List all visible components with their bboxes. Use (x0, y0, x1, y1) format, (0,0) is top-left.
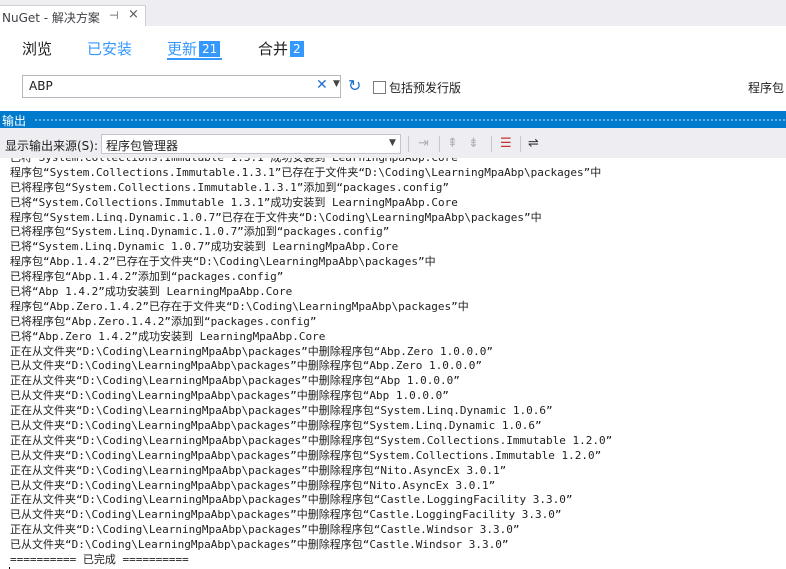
toolbar-separator (520, 136, 521, 152)
output-line: 程序包“Abp.1.4.2”已存在于文件夹“D:\Coding\Learning… (10, 255, 436, 269)
active-tab-underline (167, 58, 222, 60)
tab-installed-label: 已安装 (87, 40, 133, 58)
output-line: 已从文件夹“D:\Coding\LearningMpaAbp\packages”… (10, 448, 602, 462)
tab-updates-label: 更新 (167, 40, 198, 58)
tab-consolidate-label: 合并 (258, 40, 289, 58)
output-line: 已将“System.Collections.Immutable 1.3.1”成功… (10, 195, 458, 209)
output-line: 已将“Abp.Zero 1.4.2”成功安装到 LearningMpaAbp.C… (10, 329, 326, 343)
toolbar-separator (408, 136, 409, 152)
tab-updates[interactable]: 更新 21 (167, 38, 221, 59)
document-tab-nuget[interactable]: NuGet - 解决方案 ⊣ × (0, 5, 146, 26)
output-source-select[interactable]: 程序包管理器 ▼ (101, 134, 401, 154)
output-line: 正在从文件夹“D:\Coding\LearningMpaAbp\packages… (10, 344, 493, 358)
output-line: 已将程序包“Abp.1.4.2”添加到“packages.config” (10, 270, 284, 284)
output-title: 输出 (2, 114, 27, 128)
output-line: 程序包“Abp.Zero.1.4.2”已存在于文件夹“D:\Coding\Lea… (10, 299, 469, 313)
search-input-value: ABP (29, 79, 53, 93)
package-source-label: 程序包 (748, 81, 785, 95)
show-output-source-label: 显示输出来源(S): (5, 139, 99, 153)
clear-all-icon[interactable]: ☰ (500, 136, 512, 151)
refresh-icon[interactable]: ↻ (348, 76, 361, 95)
output-line: 已从文件夹“D:\Coding\LearningMpaAbp\packages”… (10, 419, 542, 433)
go-to-location-icon[interactable]: ⇥ (418, 136, 429, 151)
output-line: 程序包“System.Collections.Immutable.1.3.1”已… (10, 165, 602, 179)
toolbar-separator (439, 136, 440, 152)
output-line: 已将程序包“System.Collections.Immutable.1.3.1… (10, 180, 449, 194)
output-source-value: 程序包管理器 (106, 139, 179, 153)
document-tab-bar: NuGet - 解决方案 ⊣ × (0, 0, 786, 26)
close-icon[interactable]: × (128, 7, 139, 22)
consolidate-count-badge: 2 (290, 41, 304, 57)
tab-consolidate[interactable]: 合并 2 (258, 38, 304, 59)
prerelease-label: 包括预发行版 (389, 81, 462, 95)
output-line: 正在从文件夹“D:\Coding\LearningMpaAbp\packages… (10, 404, 553, 418)
output-line: 已将“System.Linq.Dynamic 1.0.7”成功安装到 Learn… (10, 240, 399, 254)
output-line: 已从文件夹“D:\Coding\LearningMpaAbp\packages”… (10, 478, 496, 492)
titlebar-grip[interactable] (34, 118, 786, 123)
output-text-area[interactable]: 已将“System.Collections.Immutable 1.3.1”成功… (0, 158, 786, 569)
search-input[interactable]: ABP ✕ ▼ (22, 75, 341, 98)
output-line: 正在从文件夹“D:\Coding\LearningMpaAbp\packages… (10, 493, 573, 507)
output-line: 已将“System.Collections.Immutable 1.3.1”成功… (10, 158, 612, 166)
prerelease-checkbox[interactable] (373, 81, 386, 94)
output-line: 已从文件夹“D:\Coding\LearningMpaAbp\packages”… (10, 508, 562, 522)
word-wrap-icon[interactable]: ⇌ (528, 136, 539, 151)
output-line: ========== 已完成 ========== (10, 553, 189, 567)
document-tab-title: NuGet - 解决方案 (2, 11, 100, 25)
tab-browse-label: 浏览 (22, 40, 53, 58)
previous-message-icon[interactable]: ⇞ (447, 136, 458, 151)
output-line: 已将“Abp 1.4.2”成功安装到 LearningMpaAbp.Core (10, 285, 293, 299)
output-line: 已从文件夹“D:\Coding\LearningMpaAbp\packages”… (10, 538, 509, 552)
output-lines: 已将“System.Collections.Immutable 1.3.1”成功… (10, 158, 612, 568)
output-line: 已将程序包“System.Linq.Dynamic.1.0.7”添加到“pack… (10, 225, 390, 239)
output-line: 正在从文件夹“D:\Coding\LearningMpaAbp\packages… (10, 523, 520, 537)
toolbar-separator (491, 136, 492, 152)
nuget-panel: 浏览 已安装 更新 21 合并 2 ABP ✕ ▼ ↻ 包括预发行版 程序包 (0, 26, 786, 108)
clear-search-icon[interactable]: ✕ (316, 77, 328, 93)
output-toolbar: 显示输出来源(S): 程序包管理器 ▼ ⇥ ⇞ ⇟ ☰ ⇌ (0, 128, 786, 158)
tab-browse[interactable]: 浏览 (22, 38, 52, 59)
output-line: 正在从文件夹“D:\Coding\LearningMpaAbp\packages… (10, 374, 460, 388)
tab-installed[interactable]: 已安装 (87, 38, 132, 59)
next-message-icon[interactable]: ⇟ (468, 136, 479, 151)
updates-count-badge: 21 (199, 41, 221, 57)
output-line: 正在从文件夹“D:\Coding\LearningMpaAbp\packages… (10, 433, 613, 447)
output-line: 已将程序包“Abp.Zero.1.4.2”添加到“packages.config… (10, 314, 317, 328)
chevron-down-icon[interactable]: ▼ (333, 79, 340, 89)
pin-icon[interactable]: ⊣ (109, 9, 119, 22)
output-line: 已从文件夹“D:\Coding\LearningMpaAbp\packages”… (10, 389, 449, 403)
output-line: 程序包“System.Linq.Dynamic.1.0.7”已存在于文件夹“D:… (10, 210, 542, 224)
output-line: 已从文件夹“D:\Coding\LearningMpaAbp\packages”… (10, 359, 482, 373)
chevron-down-icon: ▼ (389, 138, 396, 148)
output-line: 正在从文件夹“D:\Coding\LearningMpaAbp\packages… (10, 463, 507, 477)
output-titlebar: 输出 (0, 111, 786, 128)
